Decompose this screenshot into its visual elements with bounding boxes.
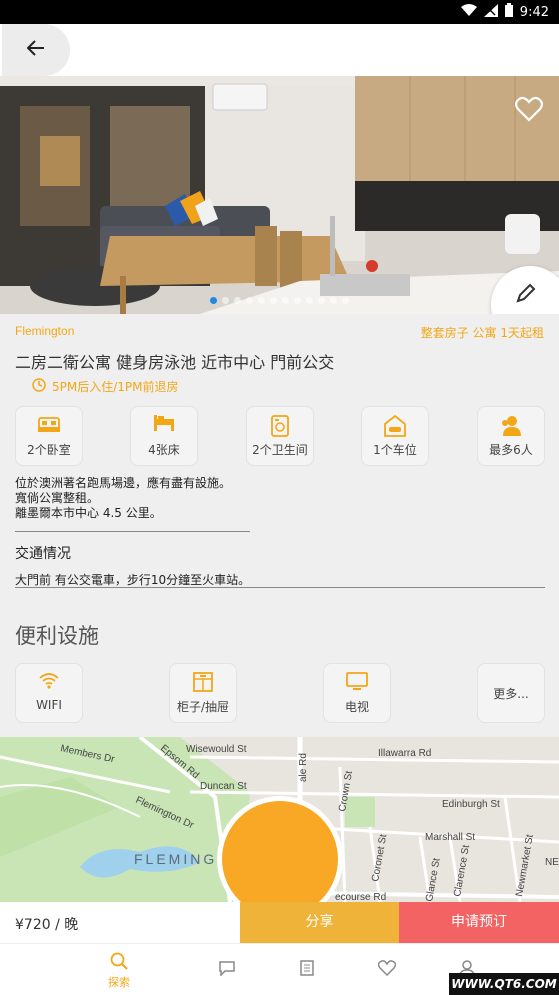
divider bbox=[15, 587, 545, 588]
area-label: FLEMING bbox=[134, 851, 217, 867]
wifi-status-icon bbox=[460, 4, 477, 20]
street-label: NE bbox=[545, 857, 559, 868]
description-line: 寬倘公寓整租。 bbox=[15, 491, 100, 505]
checkin-info: 5PM后入住/1PM前退房 bbox=[32, 378, 179, 395]
chat-icon bbox=[218, 960, 236, 980]
feature-beds: 4张床 bbox=[130, 406, 198, 466]
carousel-dot[interactable] bbox=[246, 297, 253, 304]
listing-photo-carousel[interactable] bbox=[0, 76, 559, 314]
battery-icon bbox=[504, 3, 513, 21]
tab-messages[interactable] bbox=[187, 944, 267, 995]
carousel-indicator bbox=[0, 297, 559, 304]
carousel-dot[interactable] bbox=[294, 297, 301, 304]
street-label: Duncan St bbox=[200, 781, 247, 792]
feature-guests: 最多6人 bbox=[477, 406, 545, 466]
wifi-icon bbox=[38, 672, 60, 694]
carousel-dot[interactable] bbox=[306, 297, 313, 304]
app-bar bbox=[0, 24, 559, 76]
cabinet-icon bbox=[193, 672, 213, 694]
divider bbox=[15, 531, 250, 532]
tv-icon bbox=[346, 672, 368, 694]
status-bar: 9:42 bbox=[0, 0, 559, 24]
amenities-row: WIFI 柜子/抽屉 电视 更多... bbox=[0, 663, 559, 723]
parking-icon bbox=[383, 414, 407, 437]
street-label: Edinburgh St bbox=[442, 799, 500, 810]
pencil-icon bbox=[515, 282, 537, 308]
feature-label: 2个卫生间 bbox=[252, 443, 308, 457]
map-canvas: Members Dr Epsom Rd Wisewould St Illawar… bbox=[0, 737, 559, 902]
price-per-night: ¥720 / 晚 bbox=[0, 902, 240, 943]
amenity-tv[interactable]: 电视 bbox=[323, 663, 391, 723]
description-line: 離墨爾本市中心 4.5 公里。 bbox=[15, 506, 162, 520]
carousel-dot[interactable] bbox=[222, 297, 229, 304]
heart-outline-icon bbox=[514, 96, 544, 126]
carousel-dot[interactable] bbox=[210, 297, 217, 304]
listing-photo bbox=[0, 76, 559, 314]
amenity-wifi[interactable]: WIFI bbox=[15, 663, 83, 723]
description-line: 位於澳洲著名跑馬場邊，應有盡有設施。 bbox=[15, 476, 232, 490]
listing-description: 位於澳洲著名跑馬場邊，應有盡有設施。 寬倘公寓整租。 離墨爾本市中心 4.5 公… bbox=[15, 476, 231, 521]
watermark: WWW.QT6.COM bbox=[449, 973, 559, 995]
carousel-dot[interactable] bbox=[318, 297, 325, 304]
feature-label: 1个车位 bbox=[373, 443, 417, 457]
feature-row: 2个卧室 4张床 2个卫生间 1个车位 最多6人 bbox=[0, 406, 559, 466]
carousel-dot[interactable] bbox=[342, 297, 349, 304]
amenity-label: 柜子/抽屉 bbox=[176, 700, 230, 714]
amenity-label: WIFI bbox=[36, 698, 62, 712]
search-icon bbox=[110, 952, 128, 972]
favorite-button[interactable] bbox=[514, 96, 544, 126]
listing-location: Flemington bbox=[15, 324, 75, 338]
signal-icon bbox=[483, 3, 498, 21]
guests-icon bbox=[499, 415, 523, 437]
checkin-text: 5PM后入住/1PM前退房 bbox=[52, 380, 179, 394]
street-label: Illawarra Rd bbox=[378, 748, 431, 759]
booking-bar: ¥720 / 晚 分享 申请预订 bbox=[0, 902, 559, 943]
heart-icon bbox=[377, 960, 397, 980]
traffic-text: 大門前 有公交電車，步行10分鐘至火車站。 bbox=[15, 573, 251, 587]
arrow-left-icon bbox=[26, 40, 45, 60]
amenities-more-button[interactable]: 更多... bbox=[477, 663, 545, 723]
amenities-heading: 便利设施 bbox=[15, 624, 99, 648]
bathroom-icon bbox=[270, 415, 290, 437]
clock-icon bbox=[32, 378, 46, 395]
amenity-cabinet[interactable]: 柜子/抽屉 bbox=[169, 663, 237, 723]
traffic-heading: 交通情况 bbox=[15, 546, 71, 562]
bed-icon bbox=[153, 415, 175, 437]
listing-title: 二房二衛公寓 健身房泳池 近市中心 門前公交 bbox=[15, 353, 335, 372]
document-icon bbox=[300, 960, 314, 980]
tab-favorites[interactable] bbox=[347, 944, 427, 995]
carousel-dot[interactable] bbox=[282, 297, 289, 304]
street-label: Marshall St bbox=[425, 832, 475, 843]
carousel-dot[interactable] bbox=[258, 297, 265, 304]
bedroom-icon bbox=[37, 415, 61, 437]
carousel-dot[interactable] bbox=[270, 297, 277, 304]
feature-bedrooms: 2个卧室 bbox=[15, 406, 83, 466]
feature-label: 4张床 bbox=[148, 443, 180, 457]
book-button[interactable]: 申请预订 bbox=[399, 902, 559, 943]
more-label: 更多... bbox=[493, 687, 529, 701]
feature-parking: 1个车位 bbox=[361, 406, 429, 466]
tab-explore[interactable]: 探索 bbox=[79, 944, 159, 995]
status-time: 9:42 bbox=[519, 4, 549, 20]
amenity-label: 电视 bbox=[344, 700, 369, 714]
tab-label: 探索 bbox=[108, 976, 130, 989]
tab-orders[interactable] bbox=[267, 944, 347, 995]
feature-bathrooms: 2个卫生间 bbox=[246, 406, 314, 466]
carousel-dot[interactable] bbox=[330, 297, 337, 304]
street-label: ecourse Rd bbox=[335, 892, 386, 902]
share-button[interactable]: 分享 bbox=[240, 902, 399, 943]
back-button[interactable] bbox=[2, 24, 70, 76]
location-map[interactable]: Members Dr Epsom Rd Wisewould St Illawar… bbox=[0, 737, 559, 902]
listing-tags: 整套房子 公寓 1天起租 bbox=[420, 326, 544, 340]
feature-label: 2个卧室 bbox=[27, 443, 71, 457]
street-label: ale Rd bbox=[298, 753, 309, 782]
feature-label: 最多6人 bbox=[489, 443, 533, 457]
street-label: Wisewould St bbox=[186, 744, 247, 755]
carousel-dot[interactable] bbox=[234, 297, 241, 304]
